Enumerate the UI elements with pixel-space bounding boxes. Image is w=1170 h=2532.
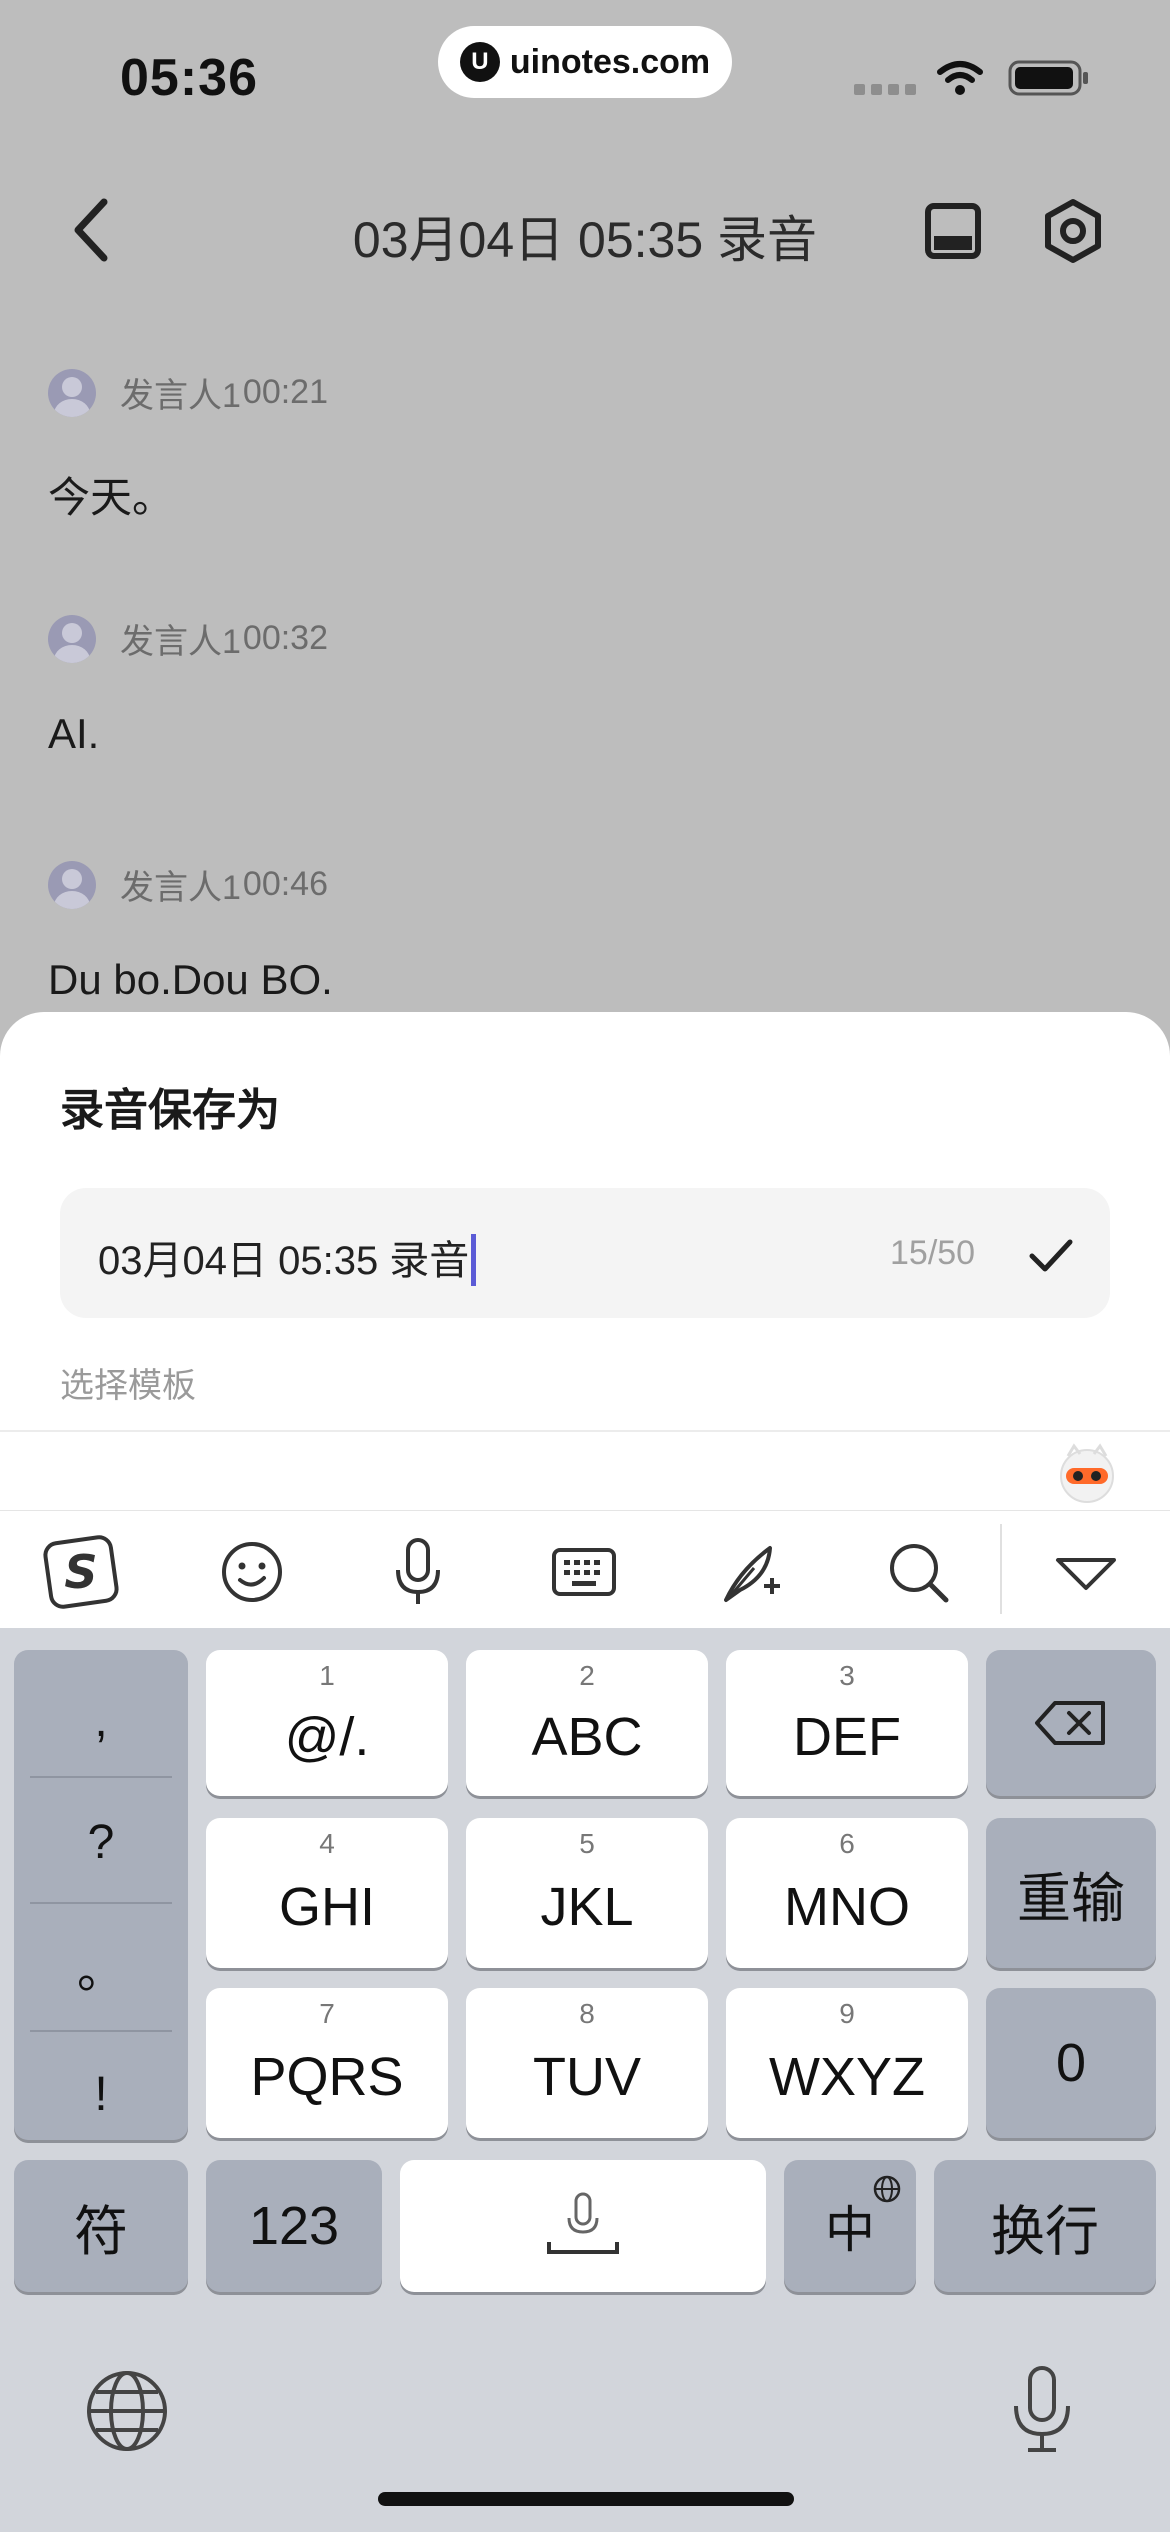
timestamp: 00:46 [242, 865, 329, 903]
key-label: GHI [278, 1877, 375, 1937]
globe-icon[interactable] [82, 2366, 172, 2456]
divider [30, 2030, 172, 2032]
mascot-icon[interactable] [1054, 1440, 1120, 1506]
url-pill: U uinotes.com [438, 26, 732, 98]
text-caret [471, 1234, 477, 1286]
space-key[interactable] [400, 2160, 766, 2292]
uinotes-logo-icon: U [459, 42, 500, 82]
transcript-entry-meta: 发言人1 00:46 [48, 860, 328, 909]
key-number: 7 [319, 1998, 335, 2029]
char-counter: 15/50 [890, 1234, 976, 1272]
punct-exclaim-key[interactable]: ! [14, 2034, 188, 2154]
toolbar-divider [1000, 1524, 1002, 1614]
key-number: 8 [579, 1998, 595, 2029]
collapse-keyboard-icon[interactable] [1044, 1530, 1128, 1614]
avatar [48, 368, 96, 417]
confirm-check-icon[interactable] [1024, 1228, 1078, 1282]
divider [0, 1430, 1170, 1432]
divider [30, 1776, 172, 1778]
sogou-logo-icon[interactable]: S [40, 1530, 124, 1614]
key-label: PQRS [250, 2047, 404, 2107]
signal-icon [854, 84, 916, 95]
timestamp: 00:32 [242, 619, 329, 657]
speaker-name: 发言人1 [120, 869, 241, 907]
recording-name-value[interactable]: 03月04日 05:35 录音 [98, 1228, 477, 1286]
status-time: 05:36 [120, 49, 258, 107]
newline-key[interactable]: 换行 [934, 2160, 1156, 2292]
key-number: 6 [839, 1828, 855, 1859]
transcript-text[interactable]: AI. [48, 710, 99, 758]
keyboard-icon[interactable] [542, 1530, 626, 1614]
select-template-link[interactable]: 选择模板 [60, 1358, 196, 1407]
transcript-entry-meta: 发言人1 00:32 [48, 614, 328, 663]
key-4[interactable]: 4 GHI [206, 1818, 448, 1968]
home-indicator[interactable] [378, 2492, 794, 2506]
key-number: 2 [579, 1660, 595, 1691]
settings-icon[interactable] [1038, 196, 1108, 266]
symbols-key[interactable]: 符 [14, 2160, 188, 2292]
microphone-icon[interactable] [376, 1530, 460, 1614]
transcript-text[interactable]: Du bo.Dou BO. [48, 956, 333, 1004]
key-number: 9 [839, 1998, 855, 2029]
key-label: MNO [784, 1877, 910, 1937]
key-label: @/. [284, 1707, 370, 1767]
search-icon[interactable] [876, 1530, 960, 1614]
key-number: 1 [319, 1660, 335, 1691]
punct-comma-key[interactable]: , [14, 1660, 188, 1780]
key-label: JKL [540, 1877, 634, 1937]
punct-period-key[interactable]: 。 [14, 1906, 188, 2026]
key-number: 5 [579, 1828, 595, 1859]
timestamp: 00:21 [242, 373, 329, 411]
transcript-text[interactable]: 今天。 [48, 464, 174, 525]
svg-text:S: S [64, 1545, 97, 1599]
transcript-entry-meta: 发言人1 00:21 [48, 368, 328, 417]
reenter-key[interactable]: 重输 [986, 1818, 1156, 1968]
page-title: 03月04日 05:35 录音 [352, 212, 818, 268]
wifi-icon [937, 61, 983, 95]
key-1[interactable]: 1 @/. [206, 1650, 448, 1796]
key-number: 3 [839, 1660, 855, 1691]
key-8[interactable]: 8 TUV [466, 1988, 708, 2138]
space-voice-icon [547, 2192, 619, 2254]
key-9[interactable]: 9 WXYZ [726, 1988, 968, 2138]
punct-question-key[interactable]: ? [14, 1782, 188, 1902]
layout-icon[interactable] [918, 196, 988, 266]
key-7[interactable]: 7 PQRS [206, 1988, 448, 2138]
key-5[interactable]: 5 JKL [466, 1818, 708, 1968]
key-3[interactable]: 3 DEF [726, 1650, 968, 1796]
backspace-icon [1035, 1701, 1105, 1745]
chinese-mode-label: 中 [825, 2202, 875, 2258]
avatar [48, 614, 96, 663]
key-label: TUV [533, 2047, 641, 2107]
key-label: DEF [793, 1707, 901, 1767]
key-label: WXYZ [769, 2047, 925, 2107]
key-2[interactable]: 2 ABC [466, 1650, 708, 1796]
speaker-name: 发言人1 [120, 623, 241, 661]
avatar [48, 860, 96, 909]
dictation-mic-icon[interactable] [1000, 2362, 1084, 2458]
key-6[interactable]: 6 MNO [726, 1818, 968, 1968]
divider [30, 1902, 172, 1904]
handwriting-icon[interactable] [710, 1530, 794, 1614]
emoji-icon[interactable] [210, 1530, 294, 1614]
sheet-title: 录音保存为 [60, 1086, 280, 1135]
globe-small-icon [873, 2175, 901, 2203]
key-0[interactable]: 0 [986, 1988, 1156, 2138]
numbers-key[interactable]: 123 [206, 2160, 382, 2292]
key-label: ABC [531, 1707, 643, 1767]
chinese-mode-key[interactable]: 中 [784, 2160, 916, 2292]
key-number: 4 [319, 1828, 335, 1859]
battery-icon [1008, 60, 1088, 96]
delete-key[interactable] [986, 1650, 1156, 1796]
speaker-name: 发言人1 [120, 377, 241, 415]
url-text: uinotes.com [509, 42, 711, 81]
